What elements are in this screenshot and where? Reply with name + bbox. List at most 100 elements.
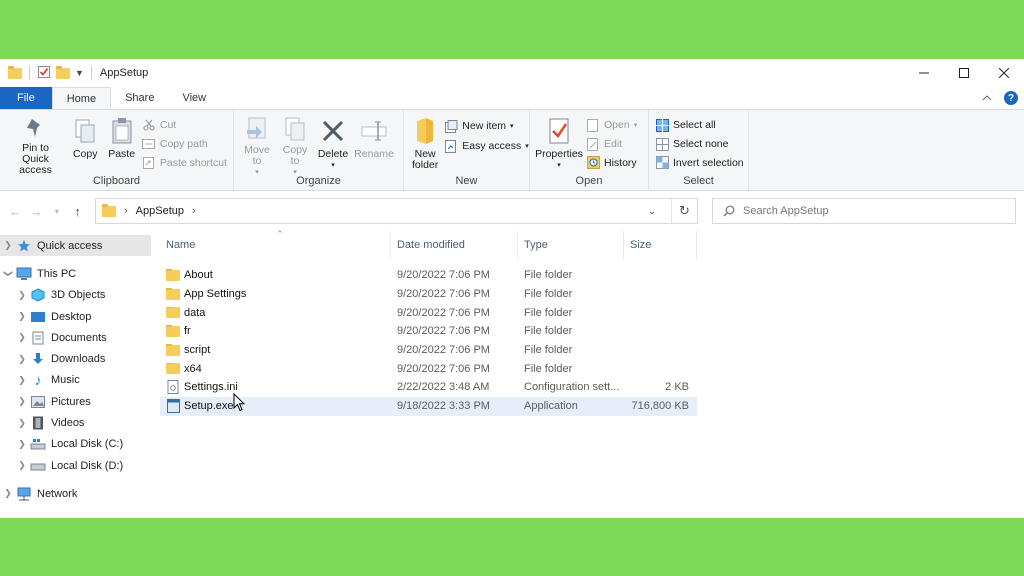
new-item-button[interactable]: New item ▾ (444, 117, 528, 135)
nav-desktop[interactable]: ❯ Desktop (0, 306, 160, 327)
copy-to-icon (285, 117, 305, 141)
nav-music[interactable]: ❯ ♪ Music (0, 370, 160, 391)
paste-shortcut-button[interactable]: Paste shortcut (142, 154, 227, 171)
nav-network[interactable]: ❯ Network (0, 483, 160, 504)
window-title: AppSetup (99, 67, 149, 79)
expand-arrow-icon[interactable]: ❯ (14, 439, 30, 450)
select-none-button[interactable]: Select none (655, 136, 744, 153)
copy-path-button[interactable]: Copy path (142, 136, 227, 153)
select-group-label: Select (683, 175, 714, 187)
nav-documents[interactable]: ❯ Documents (0, 327, 160, 348)
tab-file[interactable]: File (0, 87, 52, 109)
download-arrow-icon (30, 352, 46, 366)
tab-home[interactable]: Home (51, 87, 112, 109)
folder-icon (166, 362, 180, 375)
expand-arrow-icon[interactable]: ❯ (14, 375, 30, 386)
column-header: ⌃ Name Date modified Type Size (160, 229, 1024, 259)
column-date-modified[interactable]: Date modified (391, 231, 518, 259)
address-bar[interactable]: › AppSetup › ⌄ ↻ (95, 198, 698, 224)
nav-3d-objects[interactable]: ❯ 3D Objects (0, 285, 160, 306)
recent-locations-icon[interactable]: ▾ (50, 207, 65, 216)
edit-icon (586, 137, 600, 151)
file-row[interactable]: About 9/20/2022 7:06 PM File folder (160, 266, 697, 285)
breadcrumb-appsetup[interactable]: AppSetup (136, 205, 184, 217)
tab-share[interactable]: Share (111, 87, 168, 109)
organize-group-label: Organize (296, 175, 341, 187)
back-arrow-icon[interactable]: ← (8, 204, 23, 219)
address-dropdown-icon[interactable]: ⌄ (641, 206, 663, 217)
file-row[interactable]: App Settings 9/20/2022 7:06 PM File fold… (160, 285, 697, 304)
expand-arrow-icon[interactable]: ❯ (14, 396, 30, 407)
nav-local-disk-c[interactable]: ❯ Local Disk (C:) (0, 434, 160, 455)
paste-button[interactable]: Paste (103, 114, 139, 174)
expand-arrow-icon[interactable]: ❯ (0, 240, 16, 251)
close-button[interactable] (984, 59, 1024, 87)
pin-to-quick-access-button[interactable]: Pin to Quick access (4, 114, 67, 176)
minimize-button[interactable] (904, 59, 944, 87)
nav-quick-access[interactable]: ❯ Quick access (0, 235, 151, 257)
desktop-icon (30, 310, 46, 324)
cut-button[interactable]: Cut (142, 117, 227, 134)
drive-icon (30, 459, 46, 473)
rename-button[interactable]: Rename (352, 114, 396, 174)
select-all-button[interactable]: Select all (655, 117, 744, 134)
nav-videos[interactable]: ❯ Videos (0, 412, 160, 433)
easy-access-button[interactable]: Easy access ▾ (444, 137, 529, 155)
nav-pictures[interactable]: ❯ Pictures (0, 391, 160, 412)
file-row[interactable]: x64 9/20/2022 7:06 PM File folder (160, 359, 697, 378)
column-type[interactable]: Type (518, 231, 624, 259)
customize-qat-icon[interactable]: ▼ (75, 68, 84, 78)
folder-icon (166, 344, 180, 356)
properties-button[interactable]: Properties ▾ (534, 114, 584, 174)
move-to-button[interactable]: Move to ▾ (238, 114, 276, 176)
nav-downloads[interactable]: ❯ Downloads (0, 348, 160, 369)
tab-view[interactable]: View (168, 87, 220, 109)
file-row[interactable]: data 9/20/2022 7:06 PM File folder (160, 303, 697, 322)
breadcrumb-chevron-icon[interactable]: › (192, 205, 196, 217)
history-icon (586, 156, 600, 170)
computer-icon (16, 267, 32, 281)
column-size[interactable]: Size (624, 231, 697, 259)
expand-arrow-icon[interactable]: ❯ (0, 488, 16, 499)
expand-arrow-icon[interactable]: ❯ (14, 418, 30, 429)
expand-arrow-icon[interactable]: ❯ (14, 354, 30, 365)
new-folder-qat-icon[interactable] (56, 65, 70, 79)
new-folder-icon (417, 118, 434, 144)
copy-button[interactable]: Copy (67, 114, 103, 174)
properties-icon (549, 118, 569, 144)
breadcrumb-separator-icon[interactable]: › (124, 205, 128, 217)
paste-shortcut-icon (142, 156, 156, 170)
new-folder-button[interactable]: New folder (408, 114, 442, 174)
nav-this-pc[interactable]: ❯ This PC (0, 263, 160, 284)
history-button[interactable]: History (586, 154, 637, 171)
expand-arrow-icon[interactable]: ❯ (14, 332, 30, 343)
move-to-icon (247, 117, 266, 139)
ribbon: Pin to Quick access Copy Paste Cut Copy … (0, 109, 1024, 191)
collapse-arrow-icon[interactable]: ❯ (3, 266, 14, 282)
copy-path-icon (142, 137, 156, 151)
maximize-button[interactable] (944, 59, 984, 87)
file-row[interactable]: fr 9/20/2022 7:06 PM File folder (160, 322, 697, 341)
expand-arrow-icon[interactable]: ❯ (14, 460, 30, 471)
help-icon[interactable]: ? (1004, 91, 1018, 105)
collapse-ribbon-icon[interactable] (982, 92, 992, 104)
music-note-icon: ♪ (34, 372, 42, 389)
sort-arrow-icon: ⌃ (276, 229, 284, 239)
forward-arrow-icon[interactable]: → (29, 204, 44, 219)
delete-button[interactable]: Delete ▾ (314, 114, 352, 174)
main-area: ❯ Quick access ❯ This PC ❯ 3D Objects ❯ … (0, 229, 1024, 518)
nav-local-disk-d[interactable]: ❯ Local Disk (D:) (0, 455, 160, 476)
edit-button[interactable]: Edit (586, 136, 637, 153)
refresh-icon[interactable]: ↻ (671, 199, 697, 223)
quick-access-toolbar: ▼ (8, 65, 94, 82)
pin-icon (27, 119, 41, 137)
properties-qat-icon[interactable] (37, 65, 51, 82)
search-box[interactable]: Search AppSetup (712, 198, 1016, 224)
expand-arrow-icon[interactable]: ❯ (14, 290, 30, 301)
invert-selection-button[interactable]: Invert selection (655, 154, 744, 171)
file-row[interactable]: script 9/20/2022 7:06 PM File folder (160, 341, 697, 360)
expand-arrow-icon[interactable]: ❯ (14, 311, 30, 322)
up-arrow-icon[interactable]: ↑ (70, 204, 85, 219)
copy-to-button[interactable]: Copy to ▾ (276, 114, 314, 176)
open-button[interactable]: Open ▾ (586, 117, 637, 134)
